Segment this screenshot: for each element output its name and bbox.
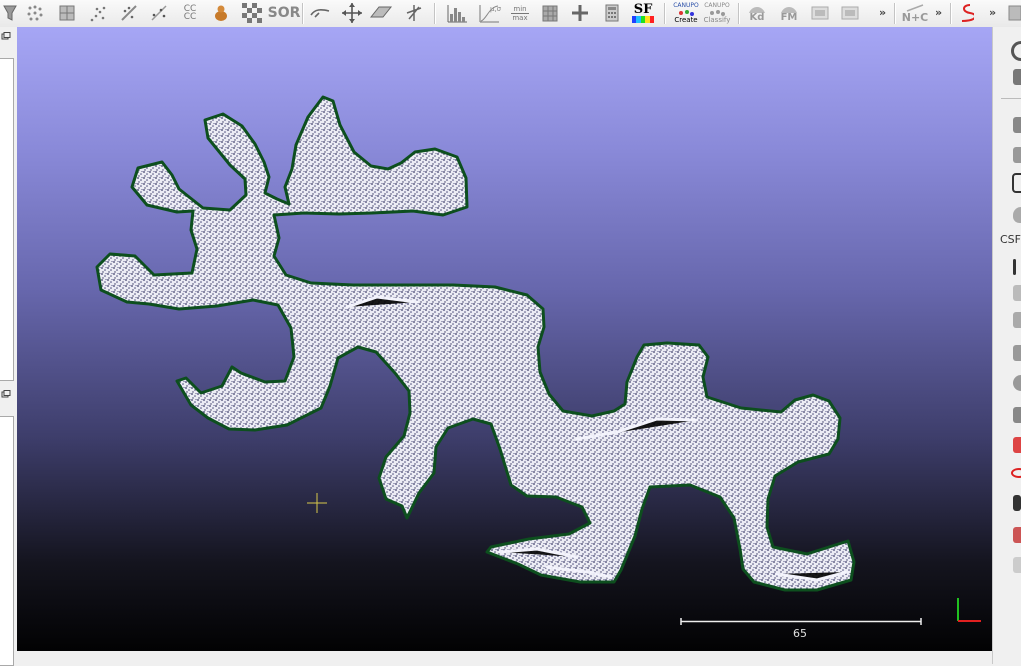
edl-icon[interactable] (1013, 69, 1021, 85)
canupo-classify-title: CANUPO (704, 2, 730, 9)
db-tree-panel (0, 58, 14, 381)
scale-bar-label: 65 (793, 627, 807, 640)
kd-label: Kd (749, 12, 765, 23)
cross-section-icon[interactable] (956, 2, 976, 24)
canupo-create-title: CANUPO (673, 2, 699, 9)
nc-label: N+C (901, 10, 929, 24)
facets-icon[interactable] (1013, 407, 1021, 423)
main-toolbar: CC CC SOR μ,σ min max SF CANUPO Create C… (0, 0, 1021, 28)
zoom-icon[interactable] (1011, 41, 1021, 61)
calculator-icon[interactable] (600, 2, 624, 24)
canupo-classify-button[interactable]: CANUPO Classify (702, 2, 732, 24)
poisson-icon[interactable] (1013, 345, 1021, 361)
shield-icon[interactable] (1013, 207, 1021, 223)
noise-filter-icon[interactable] (240, 2, 264, 24)
plane-icon[interactable] (368, 2, 394, 24)
right-separator (1001, 98, 1021, 99)
properties-panel (0, 416, 14, 666)
filter-icon[interactable] (1, 2, 19, 24)
octree-icon[interactable] (56, 2, 78, 24)
add-scalar-icon[interactable] (568, 2, 592, 24)
database-icon[interactable] (538, 2, 562, 24)
axis-trihedron (957, 598, 981, 622)
status-bar (17, 651, 992, 664)
minmax-top-label: min (513, 4, 527, 13)
g3point-icon[interactable] (1013, 527, 1021, 543)
classify-icon[interactable] (1013, 557, 1021, 573)
minmax-filter-button[interactable]: min max (506, 2, 534, 24)
sphere-icon[interactable] (1011, 468, 1021, 478)
scale-bar-line (680, 618, 922, 625)
statistics-icon[interactable] (210, 2, 232, 24)
histogram-icon[interactable] (444, 2, 470, 24)
crosshair-lines (307, 493, 327, 513)
3d-viewport[interactable]: 65 (17, 27, 992, 651)
sf-label: SF (633, 1, 653, 17)
align-icon[interactable] (402, 2, 426, 24)
animation-icon[interactable] (1013, 437, 1021, 453)
shader-icon[interactable] (1013, 117, 1021, 133)
ransac-icon[interactable] (1013, 375, 1021, 391)
scale-bar (680, 618, 922, 625)
mu-sigma-label: μ,σ (490, 5, 501, 13)
toolbar-overflow-3[interactable]: » (989, 6, 996, 19)
canupo-create-button[interactable]: CANUPO Create (670, 2, 702, 24)
crosshair (307, 493, 327, 513)
sor-filter-button[interactable]: SOR (268, 2, 301, 24)
connected-components-button[interactable]: CC CC (178, 2, 202, 24)
point-cloud[interactable] (95, 95, 856, 592)
undock-properties-icon[interactable] (0, 390, 12, 401)
move-icon[interactable] (340, 2, 364, 24)
minmax-bottom-label: max (512, 13, 528, 22)
toolbar-overflow-2[interactable]: » (935, 6, 942, 19)
translate-rotate-icon[interactable] (308, 2, 332, 24)
hpr-icon[interactable] (1013, 285, 1021, 301)
right-toolbar: CSF (992, 27, 1021, 664)
fit-distribution-button[interactable]: μ,σ (476, 2, 502, 24)
roughness-icon[interactable] (148, 2, 170, 24)
csf-label[interactable]: CSF (1000, 233, 1021, 246)
toolbar-overflow-1[interactable]: » (879, 6, 886, 19)
scene-svg (95, 95, 981, 625)
density-icon[interactable] (88, 2, 110, 24)
canupo-create-label: Create (674, 16, 698, 24)
plugin-icon[interactable] (1006, 2, 1021, 24)
ssao-icon[interactable] (1013, 147, 1021, 163)
subsample-icon[interactable] (25, 2, 45, 24)
scalar-field-button[interactable]: SF (630, 2, 656, 24)
canupo-classify-label: Classify (703, 16, 731, 24)
fm-label: FM (780, 12, 798, 23)
cork-icon[interactable] (1013, 495, 1021, 511)
sf-colorbar-icon (632, 15, 654, 23)
normals-icon[interactable] (1013, 259, 1016, 275)
compass-icon[interactable] (1012, 173, 1021, 193)
undock-db-tree-icon[interactable] (0, 32, 12, 43)
m3c2-icon[interactable] (1013, 312, 1021, 328)
kd-tree-button[interactable]: Kd (744, 2, 770, 24)
point-cloud-shape[interactable] (95, 95, 856, 592)
left-dock-strip (0, 27, 17, 666)
export-facets-icon[interactable] (808, 2, 832, 24)
facet-mesh-button[interactable]: FM (776, 2, 802, 24)
curvature-icon[interactable] (118, 2, 140, 24)
export-csv-icon[interactable] (838, 2, 862, 24)
normal-compass-button[interactable]: N+C (900, 2, 930, 24)
